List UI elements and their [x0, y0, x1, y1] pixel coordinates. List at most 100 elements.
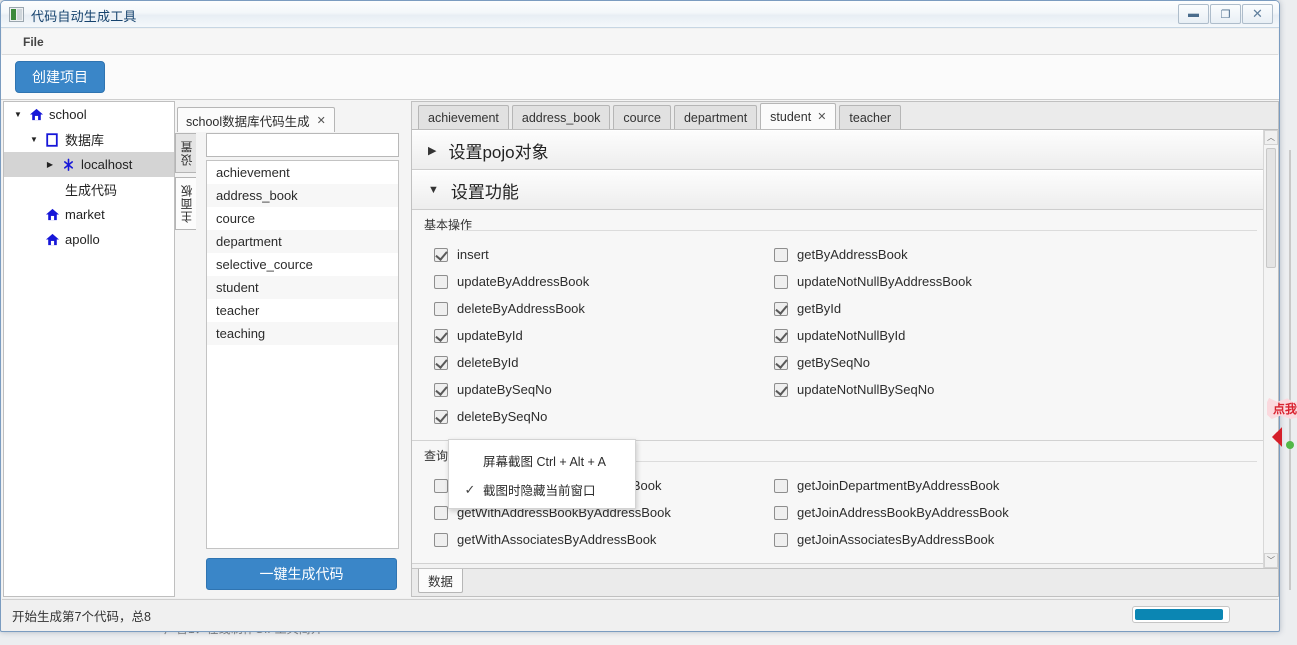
checkbox-row-updateById[interactable]: updateById — [434, 322, 774, 349]
vertical-tab-main-panel[interactable]: 主面板 — [175, 177, 196, 230]
table-list-item[interactable]: cource — [207, 207, 398, 230]
table-list-item[interactable]: student — [207, 276, 398, 299]
chevron-down-icon[interactable]: ▼ — [428, 184, 439, 196]
tree-node-数据库[interactable]: ▼ 数据库 — [4, 127, 174, 152]
checkbox-input[interactable] — [774, 382, 788, 397]
checkbox-row-deleteById[interactable]: deleteById — [434, 349, 774, 376]
entity-tab-achievement[interactable]: achievement — [418, 105, 509, 129]
entity-tab-label: achievement — [428, 110, 499, 125]
table-list-item[interactable]: address_book — [207, 184, 398, 207]
tree-node-生成代码[interactable]: 生成代码 — [4, 177, 174, 202]
editor-tab-school[interactable]: school数据库代码生成 ✕ — [177, 107, 335, 132]
editor-tab-close-icon[interactable]: ✕ — [317, 114, 326, 127]
checkbox-row-getByAddressBook[interactable]: getByAddressBook — [774, 241, 1263, 268]
checkbox-row-getJoinDepartmentByAddressBook[interactable]: getJoinDepartmentByAddressBook — [774, 472, 1263, 499]
checkbox-row-getBySeqNo[interactable]: getBySeqNo — [774, 349, 1263, 376]
checkbox-input[interactable] — [774, 328, 788, 343]
bluetooth-icon — [58, 158, 78, 172]
table-list-item[interactable]: selective_cource — [207, 253, 398, 276]
checkbox-input[interactable] — [774, 532, 788, 547]
chevron-right-icon[interactable]: ▶ — [428, 144, 436, 157]
checkbox-row-updateNotNullById[interactable]: updateNotNullById — [774, 322, 1263, 349]
checkbox-row-deleteByAddressBook[interactable]: deleteByAddressBook — [434, 295, 774, 322]
vertical-scrollbar[interactable]: ︿ ﹀ — [1263, 130, 1278, 568]
checkbox-input[interactable] — [774, 301, 788, 316]
checkbox-label: getByAddressBook — [797, 247, 908, 262]
entity-tab-teacher[interactable]: teacher — [839, 105, 902, 129]
context-menu-item-0[interactable]: 屏幕截图 Ctrl + Alt + A — [449, 446, 635, 475]
table-list-item[interactable]: teaching — [207, 322, 398, 345]
scrollbar-thumb[interactable] — [1266, 148, 1276, 268]
checkbox-row-updateNotNullBySeqNo[interactable]: updateNotNullBySeqNo — [774, 376, 1263, 403]
context-menu-item-1[interactable]: ✓ 截图时隐藏当前窗口 — [449, 475, 635, 504]
checkbox-input[interactable] — [774, 274, 788, 289]
tree-node-label: school — [49, 107, 87, 122]
table-filter-input[interactable] — [207, 134, 398, 156]
maximize-button[interactable]: ❐ — [1210, 4, 1241, 24]
pin-icon[interactable] — [1272, 427, 1297, 450]
checkbox-input[interactable] — [774, 247, 788, 262]
checkbox-input[interactable] — [434, 382, 448, 397]
entity-tab-cource[interactable]: cource — [613, 105, 671, 129]
checkbox-input[interactable] — [434, 247, 448, 262]
window-title: 代码自动生成工具 — [31, 9, 137, 24]
vertical-tab-settings[interactable]: 设置 — [175, 133, 196, 173]
checkbox-row-getJoinAddressBookByAddressBook[interactable]: getJoinAddressBookByAddressBook — [774, 499, 1263, 526]
checkbox-row-updateBySeqNo[interactable]: updateBySeqNo — [434, 376, 774, 403]
checkbox-label: deleteByAddressBook — [457, 301, 585, 316]
editor-tab-wrap: school数据库代码生成 ✕ — [177, 107, 335, 132]
section-header-functions[interactable]: ▼ 设置功能 — [412, 170, 1263, 210]
tree-twisty-icon[interactable]: ▶ — [42, 160, 58, 169]
tree-node-school[interactable]: ▼ school — [4, 102, 174, 127]
entity-tab-department[interactable]: department — [673, 105, 758, 129]
tree-twisty-icon[interactable]: ▼ — [10, 110, 26, 119]
checkbox-row-deleteBySeqNo[interactable]: deleteBySeqNo — [434, 403, 774, 430]
checkbox-input[interactable] — [434, 301, 448, 316]
checkbox-row-getJoinAssociatesByAddressBook[interactable]: getJoinAssociatesByAddressBook — [774, 526, 1263, 553]
project-tree[interactable]: ▼ school ▼ 数据库 ▶ localhost 生成代码 market apollo — [3, 101, 175, 597]
screenshot-context-menu[interactable]: 屏幕截图 Ctrl + Alt + A ✓ 截图时隐藏当前窗口 — [448, 439, 636, 509]
checkbox-input[interactable] — [434, 409, 448, 424]
floating-screenshot-widget[interactable]: 点我 — [1266, 398, 1297, 468]
checkbox-input[interactable] — [434, 532, 448, 547]
checkbox-row-getWithAssociatesByAddressBook[interactable]: getWithAssociatesByAddressBook — [434, 526, 774, 553]
scroll-up-button[interactable]: ︿ — [1264, 130, 1278, 145]
minimize-button[interactable]: ▬ — [1178, 4, 1209, 24]
tree-twisty-icon[interactable]: ▼ — [26, 135, 42, 144]
bottom-tab-data[interactable]: 数据 — [418, 569, 464, 593]
menu-item-file[interactable]: File — [14, 32, 53, 52]
section-header-pojo[interactable]: ▶ 设置pojo对象 — [412, 130, 1263, 170]
entity-tab-close-icon[interactable]: ✕ — [817, 110, 826, 123]
checkbox-input[interactable] — [774, 505, 788, 520]
table-list-item[interactable]: achievement — [207, 161, 398, 184]
checkbox-input[interactable] — [434, 505, 448, 520]
click-me-bubble[interactable]: 点我 — [1266, 398, 1297, 419]
entity-tab-address_book[interactable]: address_book — [511, 105, 611, 129]
checkbox-row-getById[interactable]: getById — [774, 295, 1263, 322]
section-title: 设置pojo对象 — [448, 142, 549, 162]
checkbox-label: deleteBySeqNo — [457, 409, 548, 424]
checkbox-input[interactable] — [434, 478, 448, 493]
table-list[interactable]: achievement address_book cource department s… — [206, 160, 399, 549]
checkbox-row-updateByAddressBook[interactable]: updateByAddressBook — [434, 268, 774, 295]
entity-tab-student[interactable]: student ✕ — [760, 103, 837, 129]
checkbox-input[interactable] — [434, 328, 448, 343]
table-list-item[interactable]: teacher — [207, 299, 398, 322]
table-list-item[interactable]: department — [207, 230, 398, 253]
scroll-down-button[interactable]: ﹀ — [1264, 553, 1278, 568]
create-project-button[interactable]: 创建项目 — [15, 61, 105, 93]
checkbox-input[interactable] — [434, 274, 448, 289]
checkbox-label: getWithAssociatesByAddressBook — [457, 532, 657, 547]
checkbox-input[interactable] — [774, 355, 788, 370]
close-button[interactable]: ✕ — [1242, 4, 1273, 24]
checkbox-input[interactable] — [434, 355, 448, 370]
checkbox-row-insert[interactable]: insert — [434, 241, 774, 268]
tree-node-market[interactable]: market — [4, 202, 174, 227]
checkbox-row-updateNotNullByAddressBook[interactable]: updateNotNullByAddressBook — [774, 268, 1263, 295]
tree-node-apollo[interactable]: apollo — [4, 227, 174, 252]
checkbox-input[interactable] — [774, 478, 788, 493]
progress-bar-fill — [1135, 609, 1224, 620]
tree-node-localhost[interactable]: ▶ localhost — [4, 152, 174, 177]
table-filter[interactable] — [206, 133, 399, 157]
generate-all-code-button[interactable]: 一键生成代码 — [206, 558, 397, 590]
